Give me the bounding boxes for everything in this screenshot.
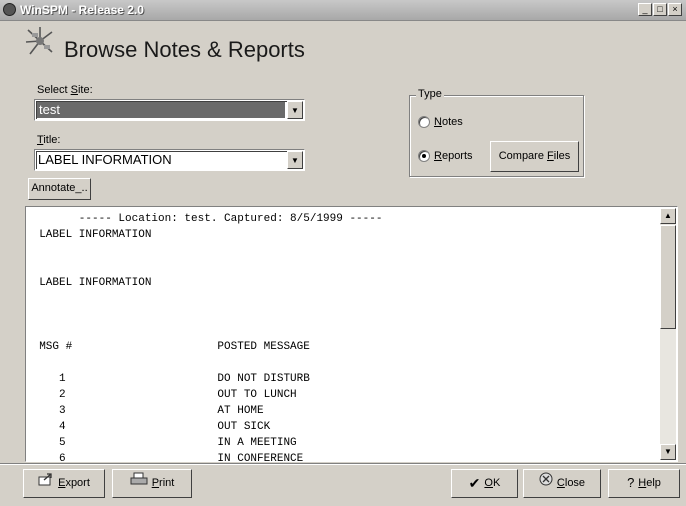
- maximize-button[interactable]: □: [653, 3, 667, 16]
- chevron-down-icon[interactable]: ▼: [287, 101, 303, 119]
- notes-radio[interactable]: [418, 116, 430, 128]
- report-text: ----- Location: test. Captured: 8/5/1999…: [26, 211, 383, 462]
- window-title: WinSPM - Release 2.0: [20, 3, 144, 17]
- report-line: [26, 291, 382, 307]
- minimize-button[interactable]: _: [638, 3, 652, 16]
- ok-button[interactable]: ✔ OK: [451, 469, 518, 498]
- app-window: WinSPM - Release 2.0 _ □ × Browse Notes …: [0, 0, 686, 506]
- report-line: [26, 355, 382, 371]
- close-icon: ×: [672, 4, 678, 14]
- printer-icon: [130, 470, 148, 496]
- close-window-button[interactable]: ×: [668, 3, 682, 16]
- reports-radio[interactable]: [418, 150, 430, 162]
- title-label: Title:: [37, 134, 61, 146]
- satellite-dish-icon: [22, 24, 58, 58]
- report-line: ----- Location: test. Captured: 8/5/1999…: [26, 213, 383, 225]
- report-line: [26, 307, 382, 323]
- export-icon: [38, 470, 54, 496]
- minimize-icon: _: [642, 4, 648, 14]
- annotate-button[interactable]: Annotate_..: [28, 178, 91, 200]
- report-line: MSG # POSTED MESSAGE: [26, 341, 310, 353]
- title-bar: WinSPM - Release 2.0 _ □ ×: [0, 0, 686, 21]
- maximize-icon: □: [657, 4, 663, 14]
- report-line: 4 OUT SICK: [26, 421, 271, 433]
- report-line: 6 IN CONFERENCE: [26, 453, 304, 462]
- report-line: 2 OUT TO LUNCH: [26, 389, 297, 401]
- scroll-up-icon[interactable]: ▲: [660, 208, 676, 224]
- reports-radio-label[interactable]: Reports: [434, 150, 473, 162]
- report-line: [26, 259, 382, 275]
- help-icon: ?: [627, 475, 635, 491]
- scroll-thumb[interactable]: [660, 225, 676, 329]
- report-line: LABEL INFORMATION: [26, 229, 152, 241]
- compare-files-button[interactable]: Compare Files: [490, 141, 579, 172]
- notes-radio-label[interactable]: Notes: [434, 116, 463, 128]
- close-button[interactable]: Close: [523, 469, 601, 498]
- help-button[interactable]: ? Help: [608, 469, 680, 498]
- site-select-value: test: [39, 102, 60, 117]
- vertical-scrollbar[interactable]: ▲ ▼: [660, 208, 676, 460]
- page-title: Browse Notes & Reports: [64, 37, 305, 62]
- scroll-down-icon[interactable]: ▼: [660, 444, 676, 460]
- chevron-down-icon[interactable]: ▼: [287, 151, 303, 169]
- title-select[interactable]: LABEL INFORMATION ▼: [34, 149, 305, 171]
- report-line: [26, 323, 382, 339]
- report-line: LABEL INFORMATION: [26, 277, 152, 289]
- report-textarea[interactable]: ----- Location: test. Captured: 8/5/1999…: [25, 206, 678, 462]
- select-site-label: Select Site:: [37, 84, 93, 96]
- title-select-value: LABEL INFORMATION: [38, 152, 172, 167]
- export-button[interactable]: Export: [23, 469, 105, 498]
- report-line: 3 AT HOME: [26, 405, 264, 417]
- report-line: 1 DO NOT DISTURB: [26, 373, 310, 385]
- report-line: [26, 243, 382, 259]
- checkmark-icon: ✔: [468, 475, 481, 492]
- site-select[interactable]: test ▼: [34, 99, 305, 121]
- footer-divider: [0, 463, 686, 465]
- app-icon: [3, 3, 16, 16]
- print-button[interactable]: Print: [112, 469, 192, 498]
- close-circle-icon: [539, 470, 553, 496]
- report-line: 5 IN A MEETING: [26, 437, 297, 449]
- type-legend: Type: [416, 88, 444, 100]
